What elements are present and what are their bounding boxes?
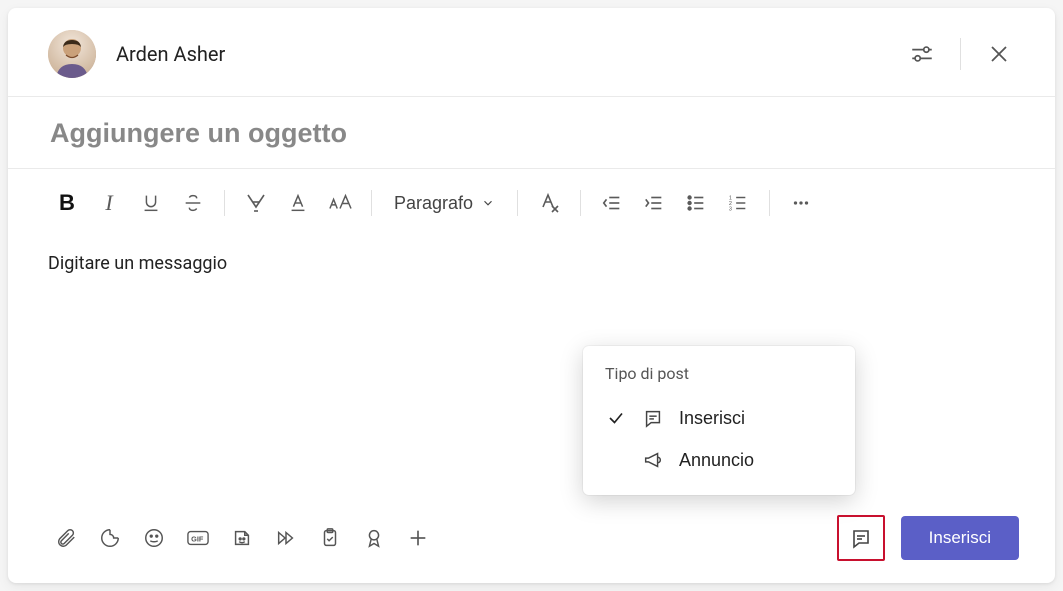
- bottom-action-bar: GIF: [8, 501, 1055, 583]
- toolbar-separator: [517, 190, 518, 216]
- strikethrough-icon: [182, 192, 204, 214]
- italic-icon: I: [105, 190, 112, 216]
- badge-icon: [363, 527, 385, 549]
- post-icon: [849, 526, 873, 550]
- gif-icon: GIF: [186, 527, 210, 549]
- sticker-icon: [231, 527, 253, 549]
- close-button[interactable]: [979, 34, 1019, 74]
- sticker-button[interactable]: [220, 518, 264, 558]
- bullet-list-icon: [685, 192, 707, 214]
- gif-button[interactable]: GIF: [176, 518, 220, 558]
- post-type-button[interactable]: [837, 515, 885, 561]
- italic-button[interactable]: I: [88, 183, 130, 223]
- compose-header: Arden Asher: [8, 8, 1055, 97]
- style-label: Paragrafo: [394, 193, 473, 214]
- approvals-button[interactable]: [308, 518, 352, 558]
- strikethrough-button[interactable]: [172, 183, 214, 223]
- clear-formatting-icon: [537, 191, 561, 215]
- header-divider: [960, 38, 961, 70]
- submit-label: Inserisci: [929, 528, 991, 547]
- highlight-button[interactable]: [235, 183, 277, 223]
- ellipsis-icon: [790, 192, 812, 214]
- font-size-icon: [327, 192, 353, 214]
- options-button[interactable]: [902, 34, 942, 74]
- underline-icon: [140, 192, 162, 214]
- loop-icon: [99, 527, 121, 549]
- formatting-toolbar: B I: [8, 169, 1055, 231]
- toolbar-separator: [224, 190, 225, 216]
- indent-icon: [643, 192, 665, 214]
- megaphone-icon: [641, 449, 665, 471]
- toolbar-separator: [371, 190, 372, 216]
- plus-icon: [407, 527, 429, 549]
- emoji-button[interactable]: [132, 518, 176, 558]
- font-size-button[interactable]: [319, 183, 361, 223]
- underline-button[interactable]: [130, 183, 172, 223]
- message-input[interactable]: Digitare un messaggio: [8, 231, 1055, 421]
- highlighter-icon: [244, 191, 268, 215]
- post-type-popup: Tipo di post Inserisci Annuncio: [583, 346, 855, 495]
- stream-button[interactable]: [264, 518, 308, 558]
- numbered-list-icon: 123: [727, 192, 749, 214]
- clipboard-icon: [319, 527, 341, 549]
- decrease-indent-button[interactable]: [591, 183, 633, 223]
- message-placeholder: Digitare un messaggio: [48, 253, 227, 274]
- option-label: Annuncio: [679, 450, 754, 471]
- emoji-icon: [143, 527, 165, 549]
- post-type-option-post[interactable]: Inserisci: [583, 397, 855, 439]
- outdent-icon: [601, 192, 623, 214]
- toolbar-separator: [580, 190, 581, 216]
- numbered-list-button[interactable]: 123: [717, 183, 759, 223]
- increase-indent-button[interactable]: [633, 183, 675, 223]
- more-formatting-button[interactable]: [780, 183, 822, 223]
- attach-button[interactable]: [44, 518, 88, 558]
- chevron-down-icon: [481, 196, 495, 210]
- svg-text:GIF: GIF: [191, 535, 204, 544]
- submit-button[interactable]: Inserisci: [901, 516, 1019, 560]
- bold-icon: B: [59, 190, 75, 216]
- bulleted-list-button[interactable]: [675, 183, 717, 223]
- bold-button[interactable]: B: [46, 183, 88, 223]
- stream-icon: [274, 527, 298, 549]
- popup-title: Tipo di post: [583, 364, 855, 397]
- praise-button[interactable]: [352, 518, 396, 558]
- avatar: [48, 30, 96, 78]
- subject-input[interactable]: [48, 117, 1015, 150]
- more-actions-button[interactable]: [396, 518, 440, 558]
- post-type-option-announcement[interactable]: Annuncio: [583, 439, 855, 481]
- toolbar-separator: [769, 190, 770, 216]
- close-icon: [987, 42, 1011, 66]
- paragraph-style-dropdown[interactable]: Paragrafo: [382, 183, 507, 223]
- check-icon: [605, 409, 627, 427]
- compose-card: Arden Asher: [8, 8, 1055, 583]
- post-icon: [641, 407, 665, 429]
- sliders-icon: [909, 41, 935, 67]
- user-name: Arden Asher: [116, 42, 225, 66]
- clear-formatting-button[interactable]: [528, 183, 570, 223]
- subject-area: [8, 97, 1055, 169]
- font-color-icon: [287, 192, 309, 214]
- svg-text:3: 3: [729, 206, 732, 212]
- loop-button[interactable]: [88, 518, 132, 558]
- paperclip-icon: [55, 527, 77, 549]
- option-label: Inserisci: [679, 408, 745, 429]
- font-color-button[interactable]: [277, 183, 319, 223]
